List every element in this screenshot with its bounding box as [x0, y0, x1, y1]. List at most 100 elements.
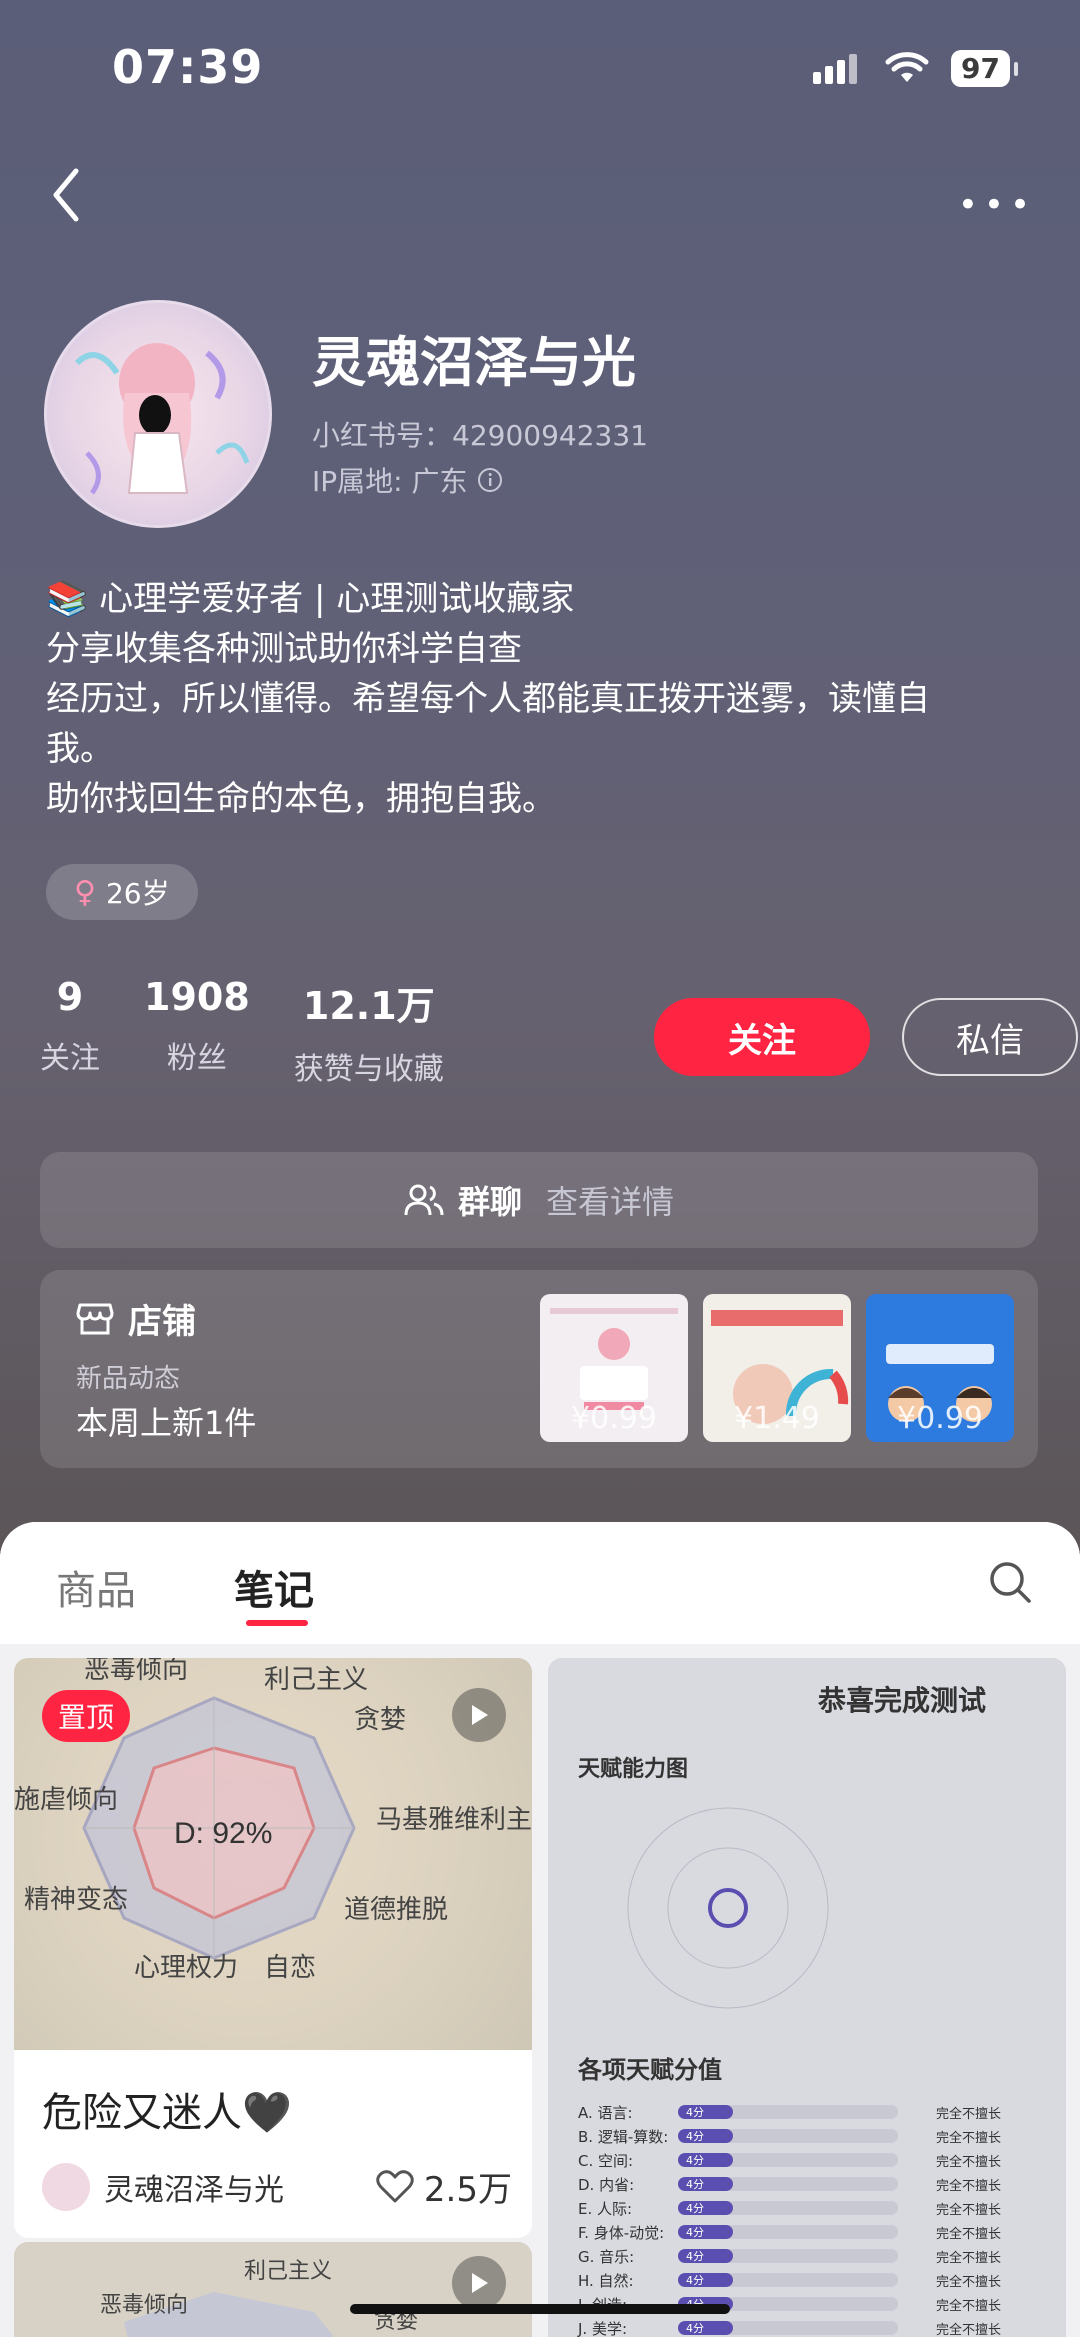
score-verdict: 完全不擅长 — [936, 2106, 1001, 2122]
score-verdict: 完全不擅长 — [936, 2202, 1001, 2218]
avatar-illustration — [74, 343, 250, 495]
pinned-badge: 置顶 — [42, 1690, 131, 1742]
shop-item-thumb[interactable]: ¥0.99 — [540, 1294, 688, 1442]
score-verdict: 完全不擅长 — [936, 2298, 1001, 2314]
result-subtitle: 天赋能力图 — [578, 1756, 688, 1781]
result-title: 恭喜完成测试 — [817, 1684, 986, 1716]
note-card[interactable]: 恭喜完成测试 天赋能力图 各项天赋分值 A. 语言: 4分 完全不擅长 B. 逻辑-算… — [548, 1658, 1066, 2337]
avatar[interactable] — [44, 300, 272, 528]
tab-notes[interactable]: 笔记 — [234, 1558, 314, 1616]
tab-products[interactable]: 商品 — [56, 1558, 136, 1616]
score-verdict: 完全不擅长 — [936, 2154, 1001, 2170]
stat-value: 1908 — [144, 975, 250, 1019]
message-button[interactable]: 私信 — [902, 998, 1078, 1076]
like-count[interactable]: 2.5万 — [376, 2162, 512, 2211]
score-verdict: 完全不擅长 — [936, 2322, 1001, 2337]
shop-item-thumb[interactable]: ¥1.49 — [703, 1294, 851, 1442]
ip-location-text: IP属地: 广东 — [312, 465, 468, 498]
home-indicator[interactable] — [350, 2304, 730, 2314]
radar-label: 恶毒倾向 — [100, 2292, 188, 2317]
score-verdict: 完全不擅长 — [936, 2226, 1001, 2242]
more-options-icon[interactable]: ••• — [958, 185, 1036, 225]
note-card[interactable]: 利己主义 恶毒倾向 贪婪 — [14, 2242, 532, 2337]
stat-following[interactable]: 9 关注 — [40, 975, 100, 1088]
shop-item-price: ¥0.99 — [897, 1401, 983, 1436]
score-row-label: C. 空间: — [578, 2152, 633, 2170]
shop-item-price: ¥1.49 — [734, 1401, 820, 1436]
score-row-label: J. 美学: — [577, 2320, 627, 2337]
radar-label: 精神变态 — [24, 1884, 128, 1914]
video-play-icon — [452, 2256, 506, 2310]
group-icon — [404, 1184, 444, 1216]
content-sheet: 商品 笔记 利己主义 贪婪 马基雅维利主义 道德推脱 自恋 心理权力 精神变态 … — [0, 1522, 1080, 2337]
group-chat-detail: 查看详情 — [546, 1183, 675, 1221]
bio-line: 📚 心理学爱好者 | 心理测试收藏家 — [46, 579, 575, 619]
bio: 📚 心理学爱好者 | 心理测试收藏家 分享收集各种测试助你科学自查 经历过，所以… — [46, 574, 1036, 824]
note-title: 危险又迷人🖤 — [42, 2090, 292, 2136]
age-text: 26岁 — [105, 877, 170, 910]
score-value: 4分 — [686, 2322, 704, 2335]
like-count-text: 2.5万 — [423, 2170, 512, 2210]
follow-button[interactable]: 关注 — [654, 998, 870, 1076]
tab-bar: 商品 笔记 — [0, 1522, 1080, 1644]
test-result-image: 恭喜完成测试 天赋能力图 各项天赋分值 A. 语言: 4分 完全不擅长B. 逻辑-算… — [548, 1658, 1066, 2337]
wifi-icon — [885, 51, 929, 82]
score-row-label: B. 逻辑-算数: — [578, 2128, 668, 2146]
shop-title: 店铺 — [76, 1294, 196, 1343]
bio-line: 分享收集各种测试助你科学自查 — [46, 629, 522, 669]
radar-label: 马基雅维利主义 — [376, 1804, 532, 1834]
score-row-label: A. 语言: — [578, 2104, 633, 2122]
radar-label: 利己主义 — [264, 1664, 368, 1694]
shop-title-text: 店铺 — [128, 1302, 196, 1342]
status-icons: 97 — [811, 50, 1018, 87]
bio-line: 经历过，所以懂得。希望每个人都能真正拨开迷雾，读懂自 — [46, 679, 930, 719]
gender-age-tag: ♀ 26岁 — [46, 864, 198, 920]
stat-followers[interactable]: 1908 粉丝 — [144, 975, 250, 1088]
stat-label: 获赞与收藏 — [293, 1052, 444, 1087]
info-icon[interactable] — [477, 467, 503, 493]
red-id[interactable]: 小红书号：42900942331 — [312, 414, 648, 454]
score-value: 4分 — [686, 2154, 704, 2167]
battery-indicator: 97 — [951, 50, 1018, 87]
stat-likes-collects[interactable]: 12.1万 获赞与收藏 — [294, 975, 444, 1088]
signal-icon — [813, 53, 858, 84]
score-row-label: F. 身体-动觉: — [578, 2224, 664, 2242]
score-row-label: E. 人际: — [578, 2200, 632, 2218]
bio-line: 助你找回生命的本色，拥抱自我。 — [46, 779, 556, 819]
shop-subtitle: 新品动态 — [76, 1364, 181, 1394]
back-icon[interactable] — [46, 165, 86, 225]
score-row-label: D. 内省: — [578, 2176, 634, 2194]
radar-label: 恶毒倾向 — [84, 1658, 188, 1684]
radar-center-text: D: 92% — [174, 1817, 272, 1850]
radar-label: 贪婪 — [354, 1704, 406, 1734]
group-chat-title: 群聊 — [457, 1183, 522, 1221]
score-value: 4分 — [686, 2130, 704, 2143]
shop-item-thumb[interactable]: ¥0.99 — [866, 1294, 1014, 1442]
profile-name: 灵魂沼泽与光 — [312, 331, 636, 394]
radar-label: 施虐倾向 — [14, 1784, 118, 1814]
score-row-label: H. 自然: — [578, 2272, 634, 2290]
status-time: 07:39 — [112, 40, 264, 94]
author-name[interactable]: 灵魂沼泽与光 — [104, 2165, 284, 2209]
author-avatar[interactable] — [42, 2162, 90, 2211]
search-icon[interactable] — [988, 1560, 1032, 1604]
note-footer: 灵魂沼泽与光 2.5万 — [42, 2162, 512, 2211]
bio-line: 我。 — [46, 729, 114, 769]
score-value: 4分 — [686, 2178, 704, 2191]
score-value: 4分 — [686, 2106, 704, 2119]
score-row-label: G. 音乐: — [578, 2248, 634, 2266]
stat-value: 12.1万 — [302, 984, 435, 1028]
shop-new-items: 本周上新1件 — [76, 1404, 257, 1442]
score-verdict: 完全不擅长 — [936, 2178, 1001, 2194]
stat-label: 关注 — [40, 1041, 100, 1076]
shop-card[interactable]: 店铺 新品动态 本周上新1件 ¥0.99 ¥1.49 ¥0.99 — [40, 1270, 1038, 1468]
note-card[interactable]: 利己主义 贪婪 马基雅维利主义 道德推脱 自恋 心理权力 精神变态 施虐倾向 恶… — [14, 1658, 532, 2238]
profile-header: 07:39 97 ••• 灵魂沼泽与光 小红书号：42900942331 IP属… — [0, 0, 1080, 1560]
group-chat-bar[interactable]: 群聊 查看详情 — [40, 1152, 1038, 1248]
stat-value: 9 — [56, 975, 84, 1019]
store-icon — [76, 1303, 114, 1334]
radar-label: 道德推脱 — [344, 1894, 448, 1924]
result-section: 各项天赋分值 — [577, 2056, 722, 2084]
score-value: 4分 — [686, 2250, 704, 2263]
tab-active-indicator — [246, 1620, 308, 1626]
